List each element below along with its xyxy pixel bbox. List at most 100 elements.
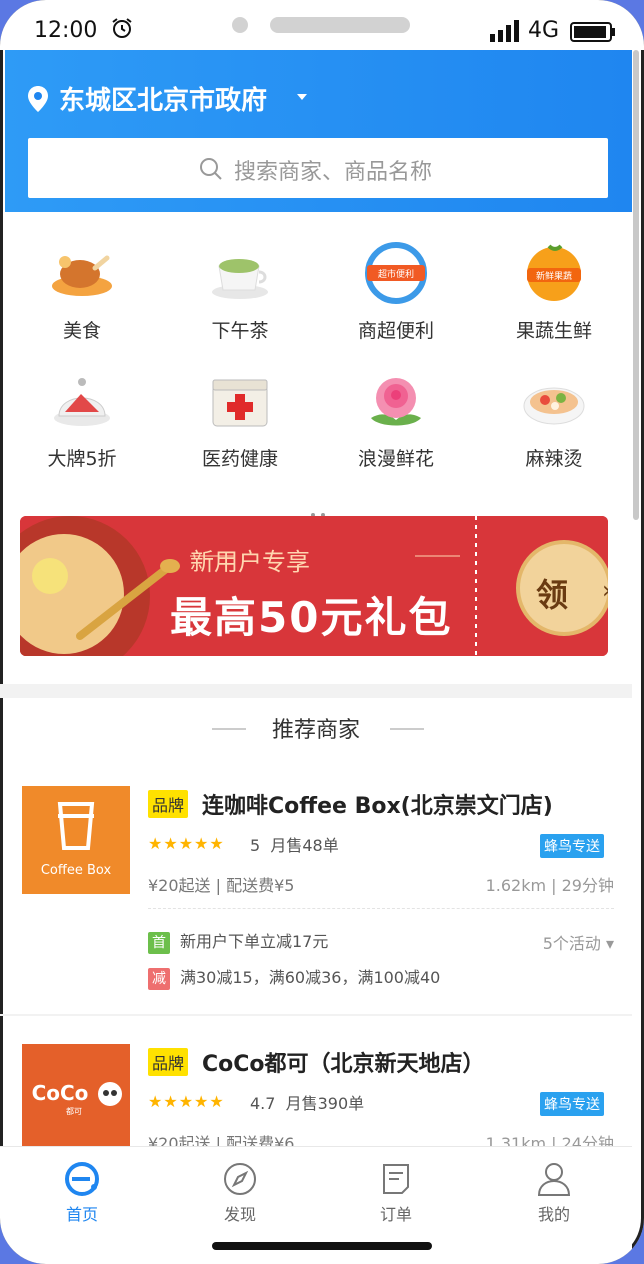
delivery-time: 29分钟 — [561, 876, 614, 895]
shop-logo-subtext: 都可 — [66, 1107, 82, 1116]
scrollbar[interactable] — [633, 50, 639, 520]
fee-info: ¥20起送 | 配送费¥5 — [148, 876, 295, 895]
distance: 1.62km — [485, 876, 547, 895]
roast-chicken-icon — [52, 255, 112, 296]
promo-tag-discount: 减 — [148, 968, 170, 990]
promo-banner[interactable]: 新用户专享 最高50元礼包 领 › — [20, 516, 608, 656]
min-order: ¥20起送 — [148, 1134, 211, 1146]
supermarket-icon: 超市便利 — [365, 242, 427, 304]
promo-row: 减满30减15，满60减36，满100减40 — [148, 964, 440, 990]
tab-profile[interactable]: 我的 — [504, 1161, 604, 1225]
camera-dot — [232, 17, 248, 33]
tab-label: 发现 — [223, 1205, 256, 1224]
shop-logo-text: CoCo — [32, 1081, 89, 1105]
signal-icon — [490, 20, 519, 42]
category-label: 美食 — [62, 320, 101, 342]
category-grid: 美食 下午茶 超市便利 商超便利 新鲜果蔬 果蔬生鲜 大牌5折 医药健康 浪漫鲜… — [0, 228, 632, 498]
category-label: 大牌5折 — [47, 448, 117, 470]
rating-text: 5 月售48单 — [250, 832, 339, 856]
supermarket-badge: 超市便利 — [378, 268, 414, 280]
brand-tag: 品牌 — [148, 790, 189, 818]
star-rating-icon: ★★★★★ — [148, 1092, 225, 1111]
shop-logo-text: Coffee Box — [41, 863, 112, 878]
delivery-fee: 配送费¥6 — [226, 1134, 295, 1146]
caret-down-icon: ▾ — [605, 934, 614, 953]
category-food[interactable]: 美食 — [22, 238, 142, 348]
tab-label: 我的 — [537, 1205, 570, 1224]
activities-toggle[interactable]: 5个活动 ▾ — [543, 930, 614, 954]
speaker-bar — [270, 17, 410, 33]
dashed-divider — [148, 908, 614, 909]
category-label: 商超便利 — [357, 320, 434, 342]
shop-logo: Coffee Box — [22, 786, 130, 894]
battery-icon — [570, 22, 615, 42]
monthly-sales: 月售48单 — [270, 836, 339, 855]
category-label: 浪漫鲜花 — [357, 448, 434, 470]
banner-title: 最高50元礼包 — [170, 593, 453, 642]
shop-card[interactable]: Coffee Box 品牌 连咖啡Coffee Box(北京崇文门店) ★★★★… — [0, 786, 632, 1026]
min-order: ¥20起送 — [148, 876, 211, 895]
location-pin-icon — [28, 86, 48, 112]
promo-tag-first: 首 — [148, 932, 170, 954]
category-label: 医药健康 — [201, 448, 278, 470]
tab-orders[interactable]: 订单 — [346, 1161, 446, 1225]
shop-card[interactable]: CoCo 都可 品牌 CoCo都可（北京新天地店） ★★★★★ 4.7 月售39… — [0, 1044, 632, 1146]
chevron-right-icon: › — [602, 576, 608, 604]
fruit-icon: 新鲜果蔬 — [527, 244, 581, 301]
claim-button[interactable]: 领 — [536, 570, 568, 616]
order-icon — [383, 1164, 409, 1194]
fruit-badge: 新鲜果蔬 — [536, 270, 572, 282]
category-spicy[interactable]: 麻辣烫 — [494, 366, 614, 476]
brand-tag: 品牌 — [148, 1048, 189, 1076]
delivery-badge: 蜂鸟专送 — [540, 1092, 604, 1116]
category-medicine[interactable]: 医药健康 — [180, 366, 300, 476]
category-flowers[interactable]: 浪漫鲜花 — [336, 366, 456, 476]
section-title: 推荐商家 — [271, 718, 360, 743]
phone-frame: 12:00 4G 东城区北京市政府 搜索商家、商品名称 美食 下午茶 超市便利 … — [0, 0, 644, 1264]
distance-info: 1.62km | 29分钟 — [485, 876, 614, 895]
category-fruit[interactable]: 新鲜果蔬 果蔬生鲜 — [494, 238, 614, 348]
monthly-sales: 月售390单 — [285, 1094, 365, 1113]
tab-home[interactable]: 首页 — [32, 1161, 132, 1225]
shop-name: CoCo都可（北京新天地店） — [202, 1052, 485, 1077]
list-divider — [0, 1014, 632, 1016]
rating-text: 4.7 月售390单 — [250, 1090, 364, 1114]
category-supermarket[interactable]: 超市便利 商超便利 — [336, 238, 456, 348]
shop-logo: CoCo 都可 — [22, 1044, 130, 1146]
cake-icon — [54, 378, 110, 426]
network-label: 4G — [528, 18, 560, 43]
delivery-fee: 配送费¥5 — [226, 876, 295, 895]
caret-down-icon[interactable] — [297, 94, 307, 100]
status-time: 12:00 — [34, 18, 98, 43]
delivery-badge: 蜂鸟专送 — [540, 834, 604, 858]
rating-value: 4.7 — [250, 1094, 276, 1113]
category-big-brand[interactable]: 大牌5折 — [22, 366, 142, 476]
category-label: 麻辣烫 — [525, 448, 583, 470]
divider — [390, 728, 424, 730]
search-input[interactable]: 搜索商家、商品名称 — [28, 138, 608, 198]
delivery-time: 24分钟 — [561, 1134, 614, 1146]
promo-text: 新用户下单立减17元 — [180, 932, 329, 951]
category-label: 下午茶 — [211, 320, 269, 342]
activities-count: 5个活动 — [542, 934, 601, 953]
header: 东城区北京市政府 搜索商家、商品名称 — [5, 50, 632, 212]
search-icon — [200, 158, 222, 180]
promo-text: 满30减15，满60减36，满100减40 — [180, 968, 441, 987]
rating-value: 5 — [250, 836, 261, 855]
category-label: 果蔬生鲜 — [515, 320, 592, 342]
rose-icon — [371, 378, 421, 426]
medicine-box-icon — [212, 379, 268, 427]
profile-icon — [537, 1163, 571, 1196]
distance: 1.31km — [485, 1134, 547, 1146]
tab-discover[interactable]: 发现 — [190, 1161, 290, 1225]
distance-info: 1.31km | 24分钟 — [486, 1130, 614, 1146]
spicy-hotpot-icon — [523, 387, 585, 425]
tab-label: 首页 — [65, 1205, 98, 1224]
banner-subtitle: 新用户专享 — [190, 548, 310, 576]
location-selector[interactable]: 东城区北京市政府 — [59, 80, 267, 117]
shop-name: 连咖啡Coffee Box(北京崇文门店) — [202, 794, 553, 819]
promo-row: 首新用户下单立减17元 — [148, 928, 328, 954]
search-placeholder: 搜索商家、商品名称 — [234, 160, 433, 185]
home-icon — [65, 1162, 99, 1196]
category-afternoon-tea[interactable]: 下午茶 — [180, 238, 300, 348]
